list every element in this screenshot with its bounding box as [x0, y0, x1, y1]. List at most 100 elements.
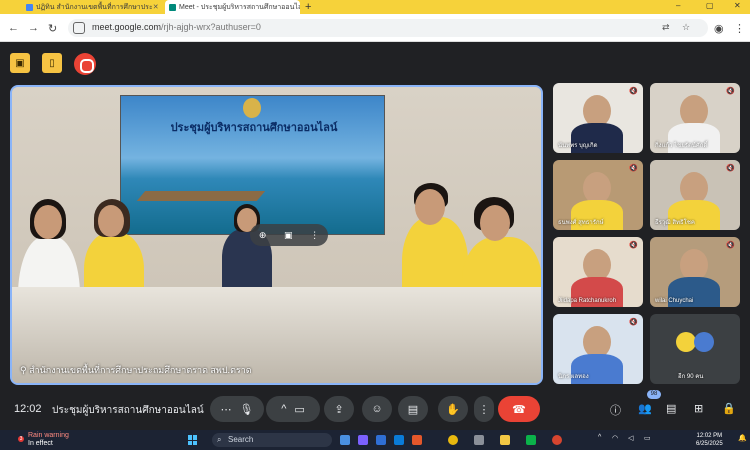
notification-bell-icon[interactable]: 🔔 [738, 434, 747, 442]
participant-face [480, 205, 510, 241]
mic-off-icon: 🔇 [726, 242, 735, 249]
close-tab-icon[interactable]: ✕ [153, 3, 159, 11]
edge-icon[interactable] [376, 435, 386, 445]
participant-face [34, 205, 62, 239]
settings-icon[interactable] [474, 435, 484, 445]
taskbar-search[interactable]: Search [212, 433, 332, 447]
url-host: meet.google.com [92, 22, 162, 32]
tab-meet[interactable]: Meet - ประชุมผู้บริหารสถานศึกษาออนไลน์ ✕ [165, 0, 300, 14]
avatar [676, 332, 696, 352]
info-icon[interactable]: ⓘ [610, 402, 621, 418]
participant-name: นิภร ผลทอง [558, 374, 589, 380]
participant-name: ธีรวุฒิ สิทธิโชค [655, 220, 695, 226]
camera-icon[interactable]: ▭ [294, 403, 304, 416]
translate-icon[interactable]: ⇄ [662, 22, 670, 33]
weather-status: In effect [28, 440, 53, 447]
url-field[interactable]: meet.google.com/rjh-ajgh-wrx?authuser=0 … [68, 19, 708, 37]
weather-alert-badge: 3 [18, 436, 24, 442]
wifi-icon[interactable]: ◠ [612, 434, 618, 442]
chrome-profile-icon[interactable] [552, 435, 562, 445]
others-tile[interactable]: อีก 90 คน [650, 314, 740, 384]
participant-tile[interactable]: 🔇 Jiidapa Ratchanukroh [553, 237, 643, 307]
participant-face [98, 205, 124, 237]
file-explorer-icon[interactable] [500, 435, 510, 445]
office-seal-icon [243, 98, 261, 118]
present-button[interactable]: ⇪ [324, 396, 354, 422]
participant-name: wilai Chuychai [655, 298, 694, 304]
present-screen-icon: ⇪ [334, 403, 344, 416]
teams-icon[interactable] [358, 435, 368, 445]
host-controls-icon: ▣ [15, 57, 25, 69]
volume-icon[interactable]: ◁ [628, 434, 633, 442]
taskbar-clock[interactable]: 12:02 PM 6/25/2025 [696, 432, 723, 448]
camera-control-group: ^ ▭ [266, 396, 320, 422]
captions-button[interactable]: ▤ [398, 396, 428, 422]
close-window-button[interactable]: ✕ [734, 0, 741, 12]
forward-icon[interactable]: → [28, 22, 39, 34]
participant-tile[interactable]: 🔇 wilai Chuychai [650, 237, 740, 307]
participant-tile[interactable]: 🔇 ธีรวุฒิ สิทธิโชค [650, 160, 740, 230]
windows-start-icon[interactable] [188, 435, 198, 445]
pin-icon[interactable]: ⊕ [259, 230, 267, 241]
tray-chevron-icon[interactable]: ^ [598, 434, 601, 441]
frame-icon[interactable]: ▣ [284, 230, 293, 241]
weather-widget[interactable]: Rain warning In effect [28, 432, 69, 448]
weather-warning: Rain warning [28, 432, 69, 439]
host-lock-icon[interactable]: 🔒 [722, 402, 736, 415]
menu-icon[interactable]: ⋮ [734, 22, 745, 35]
others-count: อีก 90 คน [678, 374, 704, 380]
participant-tile[interactable]: 🔇 นันทพร บุญเกิด [553, 83, 643, 153]
video-tile-toolbar: ⊕ ▣ ⋮ [250, 224, 328, 246]
raise-hand-button[interactable]: ✋ [438, 396, 468, 422]
reload-icon[interactable]: ↻ [48, 22, 57, 35]
main-video-tile[interactable]: ประชุมผู้บริหารสถานศึกษาออนไลน์ ⊕ ▣ ⋮ ⚲ … [10, 85, 543, 385]
minimize-button[interactable]: – [676, 0, 680, 12]
end-call-button[interactable]: ☎ [498, 396, 540, 422]
tab-calendar[interactable]: ปฏิทิน สำนักงานเขตพื้นที่การศึกษาประ ✕ [22, 0, 162, 14]
bookmark-star-icon[interactable]: ☆ [682, 22, 690, 33]
maximize-button[interactable]: ▢ [706, 0, 714, 12]
site-info-icon[interactable] [73, 22, 85, 34]
participant-tile[interactable]: 🔇 ธนพงศ์ สุทธารักษ์ [553, 160, 643, 230]
participant-face [415, 189, 445, 225]
participant-name: ธนพงศ์ สุทธารักษ์ [558, 220, 604, 226]
tab-title: ปฏิทิน สำนักงานเขตพื้นที่การศึกษาประ [36, 3, 153, 11]
chevron-up-icon[interactable]: ^ [281, 403, 286, 415]
more-options-icon[interactable]: ⋯ [221, 403, 232, 416]
office-icon[interactable] [412, 435, 422, 445]
meeting-clock: 12:02 [14, 403, 42, 415]
mic-off-icon: 🔇 [629, 319, 638, 326]
activities-icon[interactable]: ⊞ [694, 402, 703, 415]
taskbar-time: 12:02 PM [696, 433, 723, 439]
new-tab-button[interactable]: + [305, 0, 311, 14]
microphone-icon[interactable]: 🎙 [240, 403, 254, 416]
participant-name: นันทพร บุญเกิด [558, 143, 598, 149]
mic-off-icon: 🔇 [726, 88, 735, 95]
participant-tile[interactable]: 🔇 กิ่งแก้ว ไชยรัตน์ศักดิ์ [650, 83, 740, 153]
windows-taskbar [0, 430, 750, 450]
reactions-button[interactable]: ☺ [362, 396, 392, 422]
people-count-badge: 98 [647, 390, 661, 399]
chrome-icon[interactable] [448, 435, 458, 445]
line-icon[interactable] [526, 435, 536, 445]
back-icon[interactable]: ← [8, 22, 19, 34]
more-options-button[interactable]: ⋮ [474, 396, 494, 422]
pin-icon: ⚲ [20, 365, 27, 375]
battery-icon[interactable]: ▭ [644, 434, 651, 442]
host-controls-button[interactable]: ▣ [10, 53, 30, 73]
store-icon[interactable] [394, 435, 404, 445]
emoji-icon: ☺ [371, 403, 383, 415]
chat-icon[interactable]: ▤ [666, 402, 676, 415]
participant-tile[interactable]: 🔇 นิภร ผลทอง [553, 314, 643, 384]
people-icon[interactable]: 👥 [638, 402, 652, 415]
more-vert-icon[interactable]: ⋮ [310, 230, 319, 241]
widgets-icon[interactable] [340, 435, 350, 445]
recording-button[interactable] [74, 53, 96, 75]
leave-room-button[interactable]: ▯ [42, 53, 62, 73]
hang-up-icon: ☎ [512, 403, 526, 416]
more-vert-icon: ⋮ [478, 403, 490, 416]
mic-off-icon: 🔇 [726, 165, 735, 172]
mic-control-group: ⋯ 🎙 [210, 396, 264, 422]
profile-icon[interactable]: ◉ [714, 22, 724, 35]
address-bar-row: ← → ↻ meet.google.com/rjh-ajgh-wrx?authu… [0, 14, 750, 42]
